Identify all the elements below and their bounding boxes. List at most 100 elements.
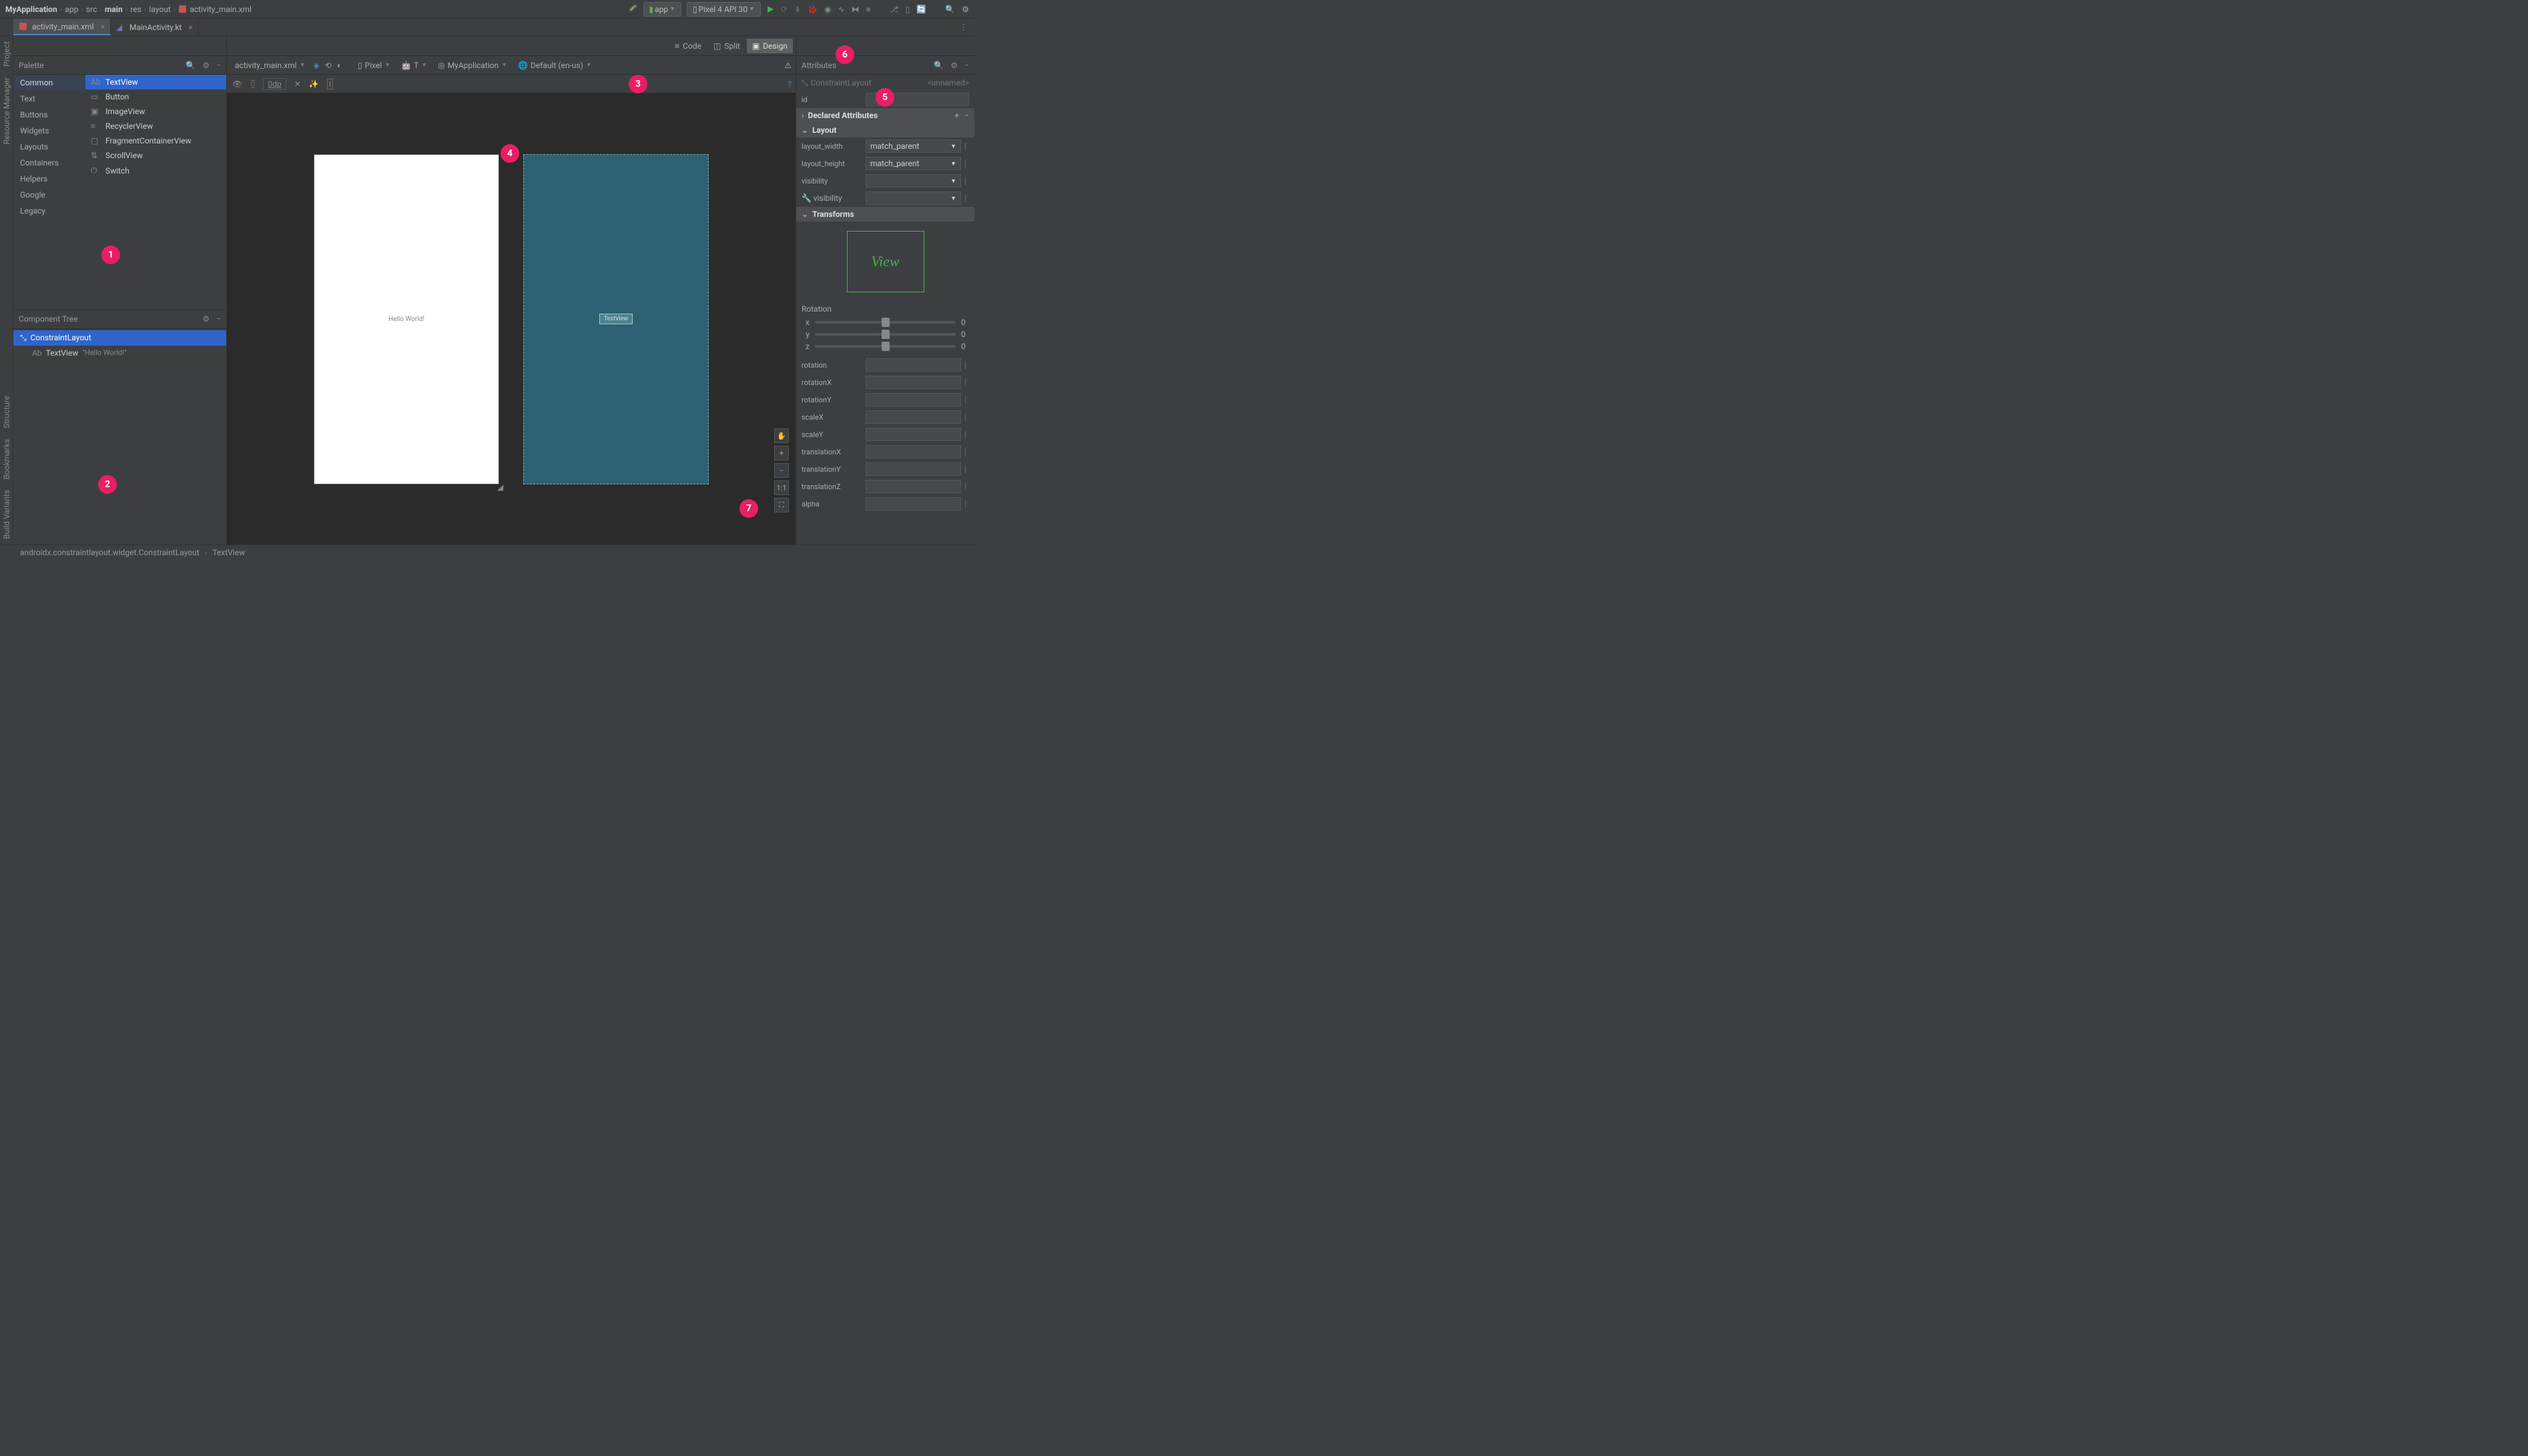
- tb-api[interactable]: 🤖T▼: [398, 59, 430, 71]
- palette-item-button[interactable]: ▭Button: [85, 89, 226, 104]
- bc-layout[interactable]: layout: [149, 5, 170, 14]
- infer-constraints-icon[interactable]: ✨: [309, 79, 319, 89]
- search-icon[interactable]: 🔍: [934, 61, 944, 70]
- run-config-app[interactable]: ▮ app ▼: [643, 2, 682, 17]
- sync-icon[interactable]: 🔄: [916, 5, 926, 14]
- palette-cat-widgets[interactable]: Widgets: [13, 123, 85, 139]
- blueprint-preview[interactable]: TextView: [523, 154, 709, 484]
- sidebar-resource-manager[interactable]: Resource Manager: [2, 72, 11, 149]
- tree-constraintlayout[interactable]: ⤡ ConstraintLayout: [13, 330, 226, 346]
- attr-rotationy-input[interactable]: [866, 393, 961, 406]
- magnet-off-icon[interactable]: ⧲: [250, 79, 255, 89]
- minimize-icon[interactable]: −: [216, 61, 221, 70]
- orientation-icon[interactable]: ⟲: [325, 61, 332, 70]
- debug-icon[interactable]: 🐞: [808, 5, 818, 14]
- palette-item-fragmentcontainerview[interactable]: ▢FragmentContainerView: [85, 133, 226, 148]
- clear-constraints-icon[interactable]: ✕: [294, 79, 301, 89]
- anchor-icon[interactable]: ⎸: [965, 141, 969, 151]
- sidebar-structure[interactable]: Structure: [2, 390, 11, 434]
- view-mode-code[interactable]: ≡Code: [669, 39, 707, 53]
- resize-handle-icon[interactable]: ◢: [497, 482, 505, 490]
- palette-cat-layouts[interactable]: Layouts: [13, 139, 85, 155]
- guidelines-icon[interactable]: I: [327, 79, 333, 89]
- view-mode-design[interactable]: ▣Design: [747, 39, 793, 53]
- attr-rotation-input[interactable]: [866, 358, 961, 372]
- anchor-icon[interactable]: ⎸: [965, 159, 969, 169]
- tab-mainactivity-kt[interactable]: ◢ MainActivity.kt ×: [111, 19, 199, 35]
- breadcrumb[interactable]: MyApplication › app › src › main › res ›…: [5, 5, 252, 14]
- add-icon[interactable]: +: [954, 111, 959, 120]
- hammer-icon[interactable]: [629, 3, 638, 15]
- rotation-z-slider[interactable]: [815, 345, 956, 348]
- bc-file[interactable]: activity_main.xml: [190, 5, 252, 14]
- attr-tools-visibility-input[interactable]: ▼: [866, 192, 961, 205]
- palette-item-imageview[interactable]: ▣ImageView: [85, 104, 226, 119]
- rotation-y-slider[interactable]: [815, 333, 956, 336]
- tabs-menu-icon[interactable]: ⋮: [953, 19, 974, 35]
- palette-item-textview[interactable]: AbTextView: [85, 75, 226, 89]
- warning-icon[interactable]: ⚠: [784, 61, 792, 70]
- palette-cat-common[interactable]: Common: [13, 75, 85, 91]
- section-declared-attributes[interactable]: › Declared Attributes +−: [796, 108, 974, 123]
- attr-alpha-input[interactable]: [866, 497, 961, 510]
- default-margin[interactable]: 0dp: [263, 78, 286, 90]
- eye-icon[interactable]: 👁: [232, 79, 242, 89]
- sidebar-bookmarks[interactable]: Bookmarks: [2, 434, 11, 485]
- tb-theme[interactable]: ◎MyApplication▼: [435, 59, 510, 71]
- attr-translationy-input[interactable]: [866, 462, 961, 476]
- status-path[interactable]: androidx.constraintlayout.widget.Constra…: [20, 548, 200, 557]
- status-child[interactable]: TextView: [212, 548, 245, 557]
- zoom-reset-icon[interactable]: 1:1: [774, 480, 789, 495]
- bc-root[interactable]: MyApplication: [5, 5, 57, 14]
- palette-cat-legacy[interactable]: Legacy: [13, 203, 85, 219]
- tb-locale[interactable]: 🌐Default (en-us)▼: [515, 59, 595, 71]
- palette-item-scrollview[interactable]: ⇅ScrollView: [85, 148, 226, 163]
- coverage-icon[interactable]: ◉: [824, 5, 831, 14]
- gear-icon[interactable]: ⚙: [202, 61, 210, 70]
- rotation-x-slider[interactable]: [815, 321, 956, 324]
- sidebar-project[interactable]: Project: [2, 36, 11, 72]
- remove-icon[interactable]: −: [964, 111, 969, 120]
- bc-src[interactable]: src: [86, 5, 97, 14]
- nightmode-icon[interactable]: ◐: [337, 61, 342, 70]
- attr-layout-width-input[interactable]: match_parent▼: [866, 139, 961, 153]
- help-icon[interactable]: ?: [787, 79, 792, 89]
- zoom-fit-icon[interactable]: ⛶: [774, 498, 789, 512]
- zoom-out-icon[interactable]: −: [774, 463, 789, 478]
- attr-rotationx-input[interactable]: [866, 376, 961, 389]
- tree-textview[interactable]: Ab TextView "Hello World!": [13, 346, 226, 360]
- gear-icon[interactable]: ⚙: [950, 61, 958, 70]
- zoom-in-icon[interactable]: +: [774, 446, 789, 460]
- stop-icon[interactable]: ■: [866, 5, 871, 14]
- section-layout[interactable]: ⌄ Layout: [796, 123, 974, 137]
- attr-scaley-input[interactable]: [866, 428, 961, 441]
- surface-icon[interactable]: ◈: [313, 61, 319, 70]
- gear-icon[interactable]: ⚙: [202, 314, 210, 324]
- profiler-icon[interactable]: ∿: [838, 5, 845, 14]
- minimize-icon[interactable]: −: [216, 314, 221, 324]
- tb-file[interactable]: activity_main.xml▼: [232, 59, 308, 71]
- palette-cat-text[interactable]: Text: [13, 91, 85, 107]
- view-mode-split[interactable]: ◫Split: [708, 39, 745, 53]
- minimize-icon[interactable]: −: [964, 61, 969, 70]
- attr-scalex-input[interactable]: [866, 410, 961, 424]
- attr-translationx-input[interactable]: [866, 445, 961, 458]
- close-icon[interactable]: ×: [188, 23, 192, 32]
- attach-debugger-icon[interactable]: ⧓: [852, 5, 860, 14]
- section-transforms[interactable]: ⌄ Transforms: [796, 207, 974, 222]
- palette-cat-google[interactable]: Google: [13, 187, 85, 203]
- blueprint-textview[interactable]: TextView: [599, 314, 633, 324]
- attr-layout-height-input[interactable]: match_parent▼: [866, 157, 961, 170]
- run-icon[interactable]: [766, 5, 774, 13]
- sidebar-build-variants[interactable]: Build Variants: [2, 484, 11, 544]
- bc-app[interactable]: app: [65, 5, 78, 14]
- palette-cat-containers[interactable]: Containers: [13, 155, 85, 171]
- apply-changes-icon[interactable]: ⬇: [794, 5, 801, 14]
- attr-visibility-input[interactable]: ▼: [866, 174, 961, 188]
- bc-res[interactable]: res: [130, 5, 141, 14]
- search-icon[interactable]: 🔍: [186, 61, 196, 70]
- gear-icon[interactable]: ⚙: [962, 5, 969, 14]
- palette-cat-buttons[interactable]: Buttons: [13, 107, 85, 123]
- close-icon[interactable]: ×: [101, 22, 105, 31]
- palette-item-switch[interactable]: ⏻Switch: [85, 163, 226, 178]
